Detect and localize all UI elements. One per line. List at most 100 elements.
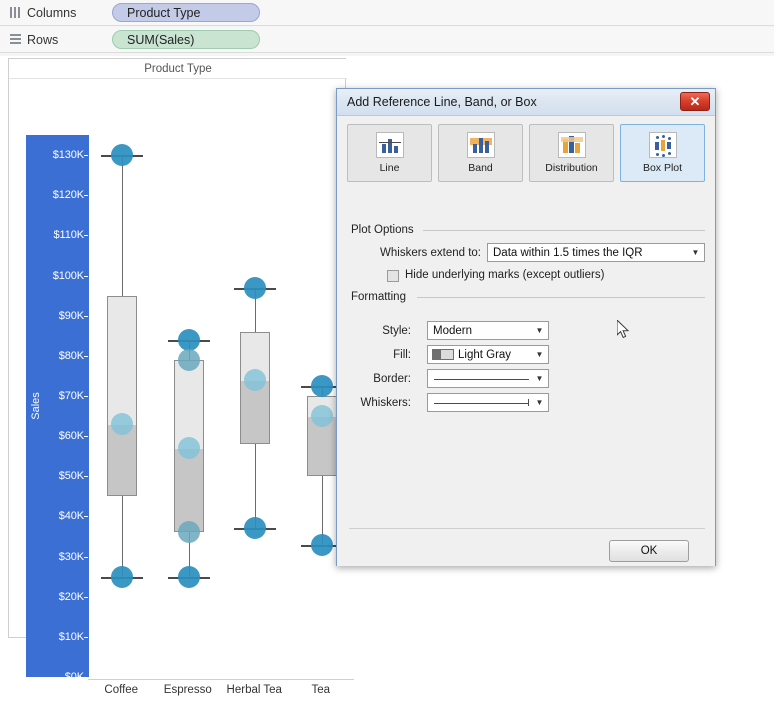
y-axis-tick: $90K — [58, 309, 89, 322]
box-iqr[interactable] — [107, 295, 138, 497]
whiskers-extend-select[interactable]: Data within 1.5 times the IQR ▼ — [487, 243, 705, 262]
whiskers-extend-label: Whiskers extend to: — [380, 247, 481, 259]
tab-distribution[interactable]: Distribution — [529, 124, 614, 182]
chevron-down-icon: ▼ — [535, 374, 544, 383]
data-mark[interactable] — [177, 328, 200, 351]
fill-value: Light Gray — [458, 348, 512, 361]
hide-underlying-marks-checkbox[interactable] — [387, 270, 399, 282]
fill-select[interactable]: Light Gray ▼ — [427, 345, 549, 364]
upper-whisker — [122, 155, 124, 296]
y-axis-tick: $120K — [52, 189, 89, 202]
formatting-group-label: Formatting — [351, 291, 412, 303]
x-axis-tick[interactable]: Herbal Tea — [227, 684, 282, 696]
rows-icon — [10, 34, 21, 45]
box-plot-group[interactable] — [234, 135, 277, 677]
tab-box-plot[interactable]: Box Plot — [620, 124, 705, 182]
border-label: Border: — [373, 373, 411, 385]
rows-shelf[interactable]: Rows SUM(Sales) — [0, 27, 774, 53]
chevron-down-icon: ▼ — [535, 326, 544, 335]
style-select[interactable]: Modern ▼ — [427, 321, 549, 340]
y-axis-tick: $80K — [58, 349, 89, 362]
tab-distribution-label: Distribution — [545, 162, 598, 174]
y-axis-tick: $10K — [58, 630, 89, 643]
dialog-titlebar[interactable]: Add Reference Line, Band, or Box ✕ — [337, 89, 715, 116]
whiskers-style-label: Whiskers: — [360, 397, 411, 409]
y-axis-tick: $70K — [58, 389, 89, 402]
color-swatch-icon — [432, 349, 454, 360]
box-lower-half — [174, 449, 203, 532]
hide-underlying-marks-label: Hide underlying marks (except outliers) — [405, 269, 605, 281]
columns-shelf[interactable]: Columns Product Type — [0, 0, 774, 26]
dialog-title: Add Reference Line, Band, or Box — [347, 95, 537, 109]
data-mark[interactable] — [310, 533, 333, 556]
visualization-panel: Product Type Sales $130K $120K $110K $100K $… — [8, 58, 354, 696]
formatting-rule — [417, 297, 705, 298]
data-mark[interactable] — [177, 437, 200, 460]
band-chart-icon — [466, 132, 495, 158]
tab-line-label: Line — [379, 162, 400, 174]
x-axis-tick[interactable]: Tea — [311, 684, 330, 696]
y-axis-tick: $130K — [52, 149, 89, 162]
border-select[interactable]: ▼ — [427, 369, 549, 388]
ok-button[interactable]: OK — [609, 540, 689, 562]
close-icon[interactable]: ✕ — [680, 92, 710, 111]
columns-label-text: Columns — [27, 5, 77, 20]
chevron-down-icon: ▼ — [691, 248, 700, 257]
y-axis-tick: $20K — [58, 590, 89, 603]
pill-sum-sales[interactable]: SUM(Sales) — [112, 30, 260, 49]
chevron-down-icon: ▼ — [535, 350, 544, 359]
style-value: Modern — [433, 324, 472, 337]
dialog-body: Line Band Distribution Box Plot Plot Opt… — [337, 116, 715, 566]
line-chart-icon — [375, 132, 404, 158]
dialog-divider — [349, 528, 705, 529]
x-axis-tick[interactable]: Coffee — [104, 684, 138, 696]
style-label: Style: — [382, 325, 411, 337]
data-mark[interactable] — [111, 413, 134, 436]
tab-line[interactable]: Line — [347, 124, 432, 182]
whiskers-extend-value: Data within 1.5 times the IQR — [493, 246, 643, 259]
plot-options-rule — [423, 230, 705, 231]
y-axis-title: Sales — [29, 392, 42, 420]
plot-options-group-label: Plot Options — [351, 224, 420, 236]
columns-shelf-label: Columns — [0, 6, 112, 20]
box-plot-group[interactable] — [101, 135, 144, 677]
whisker-style-preview-icon — [434, 394, 531, 411]
data-mark[interactable] — [177, 565, 200, 588]
tab-box-plot-label: Box Plot — [642, 162, 683, 174]
y-axis-tick: $100K — [52, 269, 89, 282]
data-mark[interactable] — [111, 565, 134, 588]
x-axis-tick[interactable]: Espresso — [164, 684, 212, 696]
box-lower-half — [108, 425, 137, 496]
plot-area[interactable] — [88, 135, 354, 677]
box-plot-group[interactable] — [167, 135, 210, 677]
line-style-preview-icon — [434, 370, 531, 387]
lower-whisker — [255, 444, 257, 529]
data-mark[interactable] — [177, 348, 200, 371]
data-mark[interactable] — [244, 517, 267, 540]
rows-label-text: Rows — [27, 32, 59, 47]
data-mark[interactable] — [310, 374, 333, 397]
y-axis-tick: $110K — [53, 229, 88, 242]
data-mark[interactable] — [177, 521, 200, 544]
shelf-area: Columns Product Type Rows SUM(Sales) — [0, 0, 774, 56]
distribution-chart-icon — [557, 132, 586, 158]
reference-type-tabs: Line Band Distribution Box Plot — [347, 124, 705, 184]
y-axis-tick: $30K — [58, 550, 89, 563]
data-mark[interactable] — [244, 276, 267, 299]
tab-band[interactable]: Band — [438, 124, 523, 182]
mouse-cursor — [617, 320, 630, 339]
y-axis-tick: $0K — [64, 671, 89, 683]
pill-product-type[interactable]: Product Type — [112, 3, 260, 22]
x-axis[interactable]: Coffee Espresso Herbal Tea Tea — [88, 679, 354, 701]
chart-column-header: Product Type — [9, 59, 347, 79]
tab-band-label: Band — [468, 162, 493, 174]
whiskers-style-select[interactable]: ▼ — [427, 393, 549, 412]
data-mark[interactable] — [111, 144, 134, 167]
data-mark[interactable] — [310, 405, 333, 428]
y-axis-tick: $40K — [58, 510, 89, 523]
data-mark[interactable] — [244, 368, 267, 391]
lower-whisker — [122, 496, 124, 577]
y-axis[interactable]: Sales $130K $120K $110K $100K $90K $80K $70K $6… — [26, 135, 89, 683]
y-axis-tick: $60K — [58, 430, 89, 443]
add-reference-line-dialog: Add Reference Line, Band, or Box ✕ Line — [336, 88, 716, 566]
